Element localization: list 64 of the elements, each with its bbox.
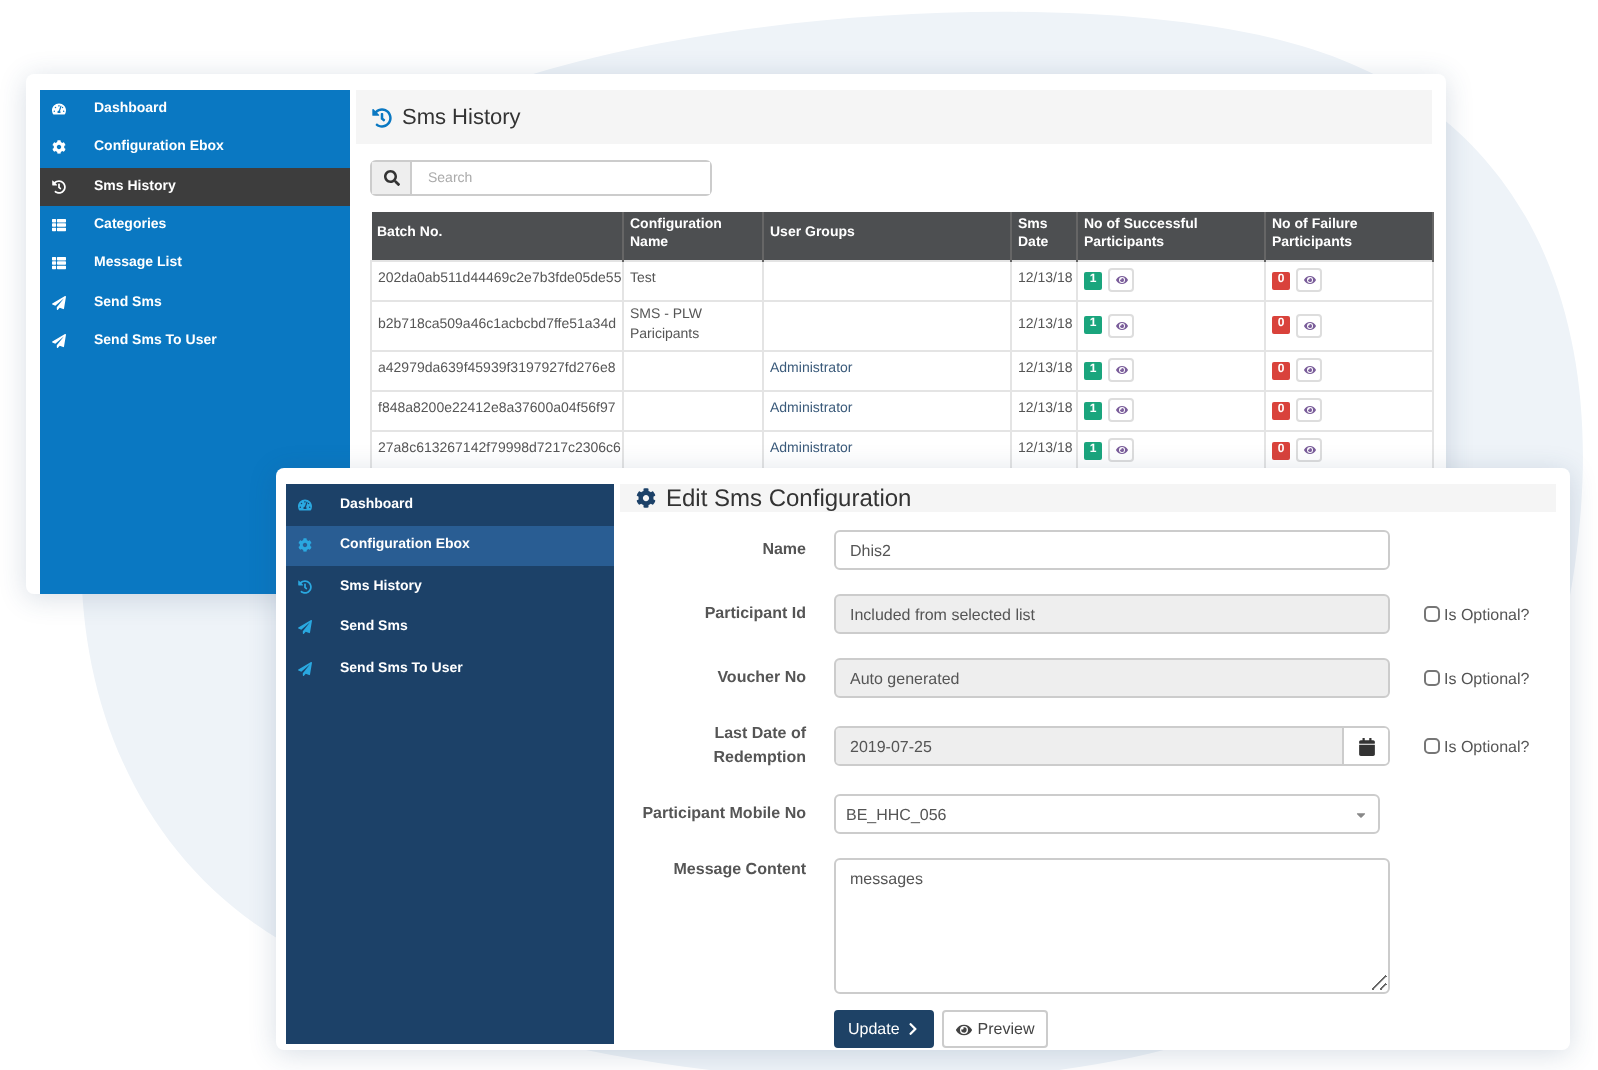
- gauge-icon: [298, 497, 312, 512]
- preview-button[interactable]: Preview: [941, 1010, 1049, 1048]
- eye-icon: [1115, 404, 1127, 416]
- view-button[interactable]: [1108, 358, 1134, 382]
- chevron-icon: [905, 1022, 920, 1036]
- dropdown[interactable]: BE_HHC_056: [834, 794, 1380, 834]
- settings-icon: [298, 538, 312, 553]
- table-cell: [623, 350, 763, 390]
- update-button[interactable]: Update: [834, 1010, 934, 1048]
- history-icon: [298, 579, 312, 594]
- field-label: Last Date of Redemption: [711, 722, 806, 770]
- caret-icon: [1354, 807, 1368, 821]
- paper-plane-icon: [52, 295, 66, 310]
- list-icon: [52, 218, 66, 233]
- view-button[interactable]: [1296, 313, 1322, 337]
- checkbox-label: Is Optional?: [1444, 669, 1530, 687]
- checkbox[interactable]: [1424, 738, 1440, 754]
- text-field[interactable]: Auto generated: [834, 658, 1390, 698]
- text-field[interactable]: Included from selected list: [834, 594, 1390, 634]
- view-button[interactable]: [1296, 398, 1322, 422]
- text-field[interactable]: Dhis2: [834, 530, 1390, 570]
- settings-icon: [636, 488, 656, 508]
- view-button[interactable]: [1108, 398, 1134, 422]
- search-icon: [383, 170, 399, 186]
- view-button[interactable]: [1296, 438, 1322, 462]
- history-icon: [52, 179, 66, 194]
- eye-icon: [1303, 364, 1315, 376]
- eye-icon: [1303, 444, 1315, 456]
- field-label: Participant Id: [702, 602, 806, 626]
- checkbox[interactable]: [1424, 670, 1440, 686]
- eye-icon: [1115, 274, 1127, 286]
- gauge-icon: [52, 102, 66, 117]
- eye-icon: [1303, 319, 1315, 331]
- view-button[interactable]: [1296, 268, 1322, 292]
- eye-icon: [1115, 364, 1127, 376]
- settings-icon: [52, 140, 66, 155]
- eye-icon: [1303, 404, 1315, 416]
- table-cell: [623, 390, 763, 430]
- list-icon: [52, 256, 66, 271]
- field-label: Message Content: [671, 858, 806, 882]
- page-title: Sms History: [402, 105, 521, 129]
- checkbox[interactable]: [1424, 606, 1440, 622]
- eye-icon: [1115, 319, 1127, 331]
- view-button[interactable]: [1108, 268, 1134, 292]
- field-label: Participant Mobile No: [640, 802, 806, 826]
- text-area[interactable]: messages: [834, 858, 1390, 994]
- eye-icon: [955, 1021, 972, 1037]
- paper-plane-icon: [298, 620, 312, 635]
- page-title: Edit Sms Configuration: [666, 484, 912, 512]
- checkbox-label: Is Optional?: [1444, 737, 1530, 755]
- date-field[interactable]: 2019-07-25: [834, 726, 1390, 766]
- field-label: Name: [760, 538, 806, 562]
- history-icon: [372, 107, 392, 127]
- paper-plane-icon: [52, 333, 66, 348]
- paper-plane-icon: [298, 661, 312, 676]
- calendar-icon: [1357, 737, 1375, 755]
- eye-icon: [1303, 274, 1315, 286]
- field-label: Voucher No: [715, 666, 806, 690]
- view-button[interactable]: [1108, 438, 1134, 462]
- view-button[interactable]: [1296, 358, 1322, 382]
- eye-icon: [1115, 444, 1127, 456]
- view-button[interactable]: [1108, 313, 1134, 337]
- checkbox-label: Is Optional?: [1444, 605, 1530, 623]
- calendar-button[interactable]: [1342, 728, 1388, 764]
